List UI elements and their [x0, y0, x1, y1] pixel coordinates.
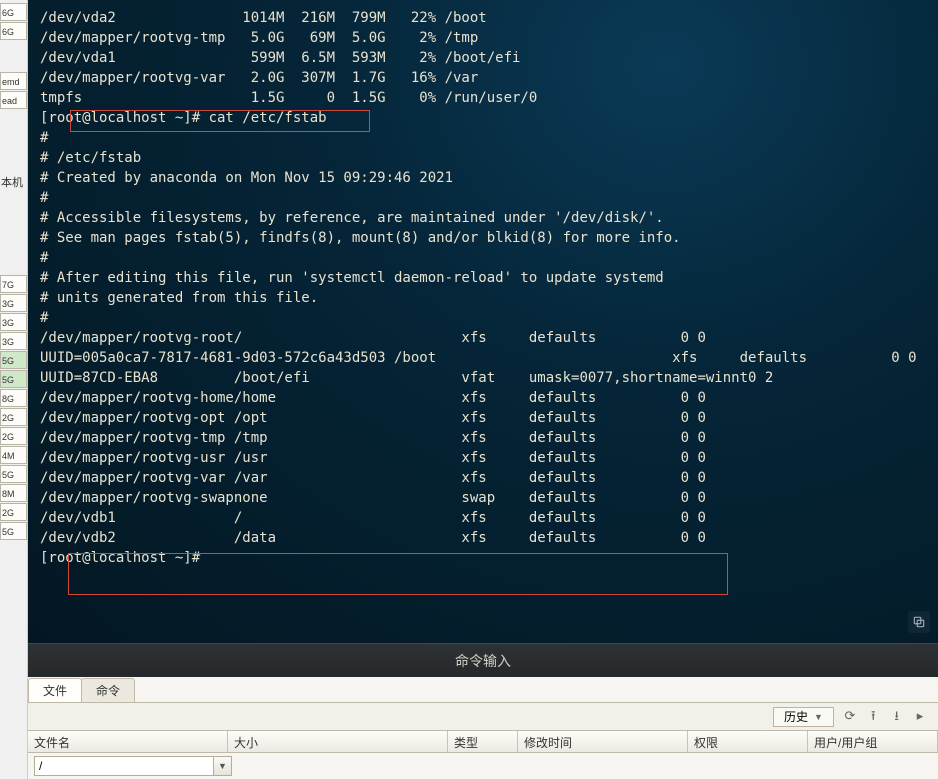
file-toolbar: 历史 ▼ ⟳ ⭱ ⭳ ▸ — [28, 703, 938, 731]
fstab-row: /dev/vdb2 /data xfs defaults 0 0 — [40, 528, 926, 548]
fstab-comment: # — [40, 308, 926, 328]
fstab-row: /dev/mapper/rootvg-tmp /tmp xfs defaults… — [40, 428, 926, 448]
path-go-button[interactable]: ▼ — [214, 756, 232, 776]
history-dropdown[interactable]: 历史 ▼ — [773, 707, 834, 727]
terminal[interactable]: /dev/vda2 1014M 216M 799M 22% /boot/dev/… — [28, 0, 938, 643]
column-header[interactable]: 文件名 — [28, 731, 228, 752]
fstab-comment: # — [40, 248, 926, 268]
side-item[interactable]: 4M — [0, 446, 27, 464]
column-header[interactable]: 修改时间 — [518, 731, 688, 752]
column-header[interactable]: 用户/用户组 — [808, 731, 938, 752]
fstab-comment: # /etc/fstab — [40, 148, 926, 168]
df-row: /dev/mapper/rootvg-tmp 5.0G 69M 5.0G 2% … — [40, 28, 926, 48]
fstab-row: /dev/vdb1 / xfs defaults 0 0 — [40, 508, 926, 528]
tab-file[interactable]: 文件 — [28, 678, 82, 702]
fstab-comment: # — [40, 188, 926, 208]
side-item[interactable]: 5G — [0, 522, 27, 540]
side-item[interactable]: 8M — [0, 484, 27, 502]
copy-icon[interactable] — [908, 611, 930, 633]
fstab-comment: # — [40, 128, 926, 148]
column-header[interactable]: 大小 — [228, 731, 448, 752]
fstab-row: UUID=005a0ca7-7817-4681-9d03-572c6a43d50… — [40, 348, 926, 368]
side-item[interactable]: 7G — [0, 275, 27, 293]
path-input[interactable] — [34, 756, 214, 776]
download-icon[interactable]: ⭳ — [888, 707, 906, 725]
fstab-row: UUID=87CD-EBA8 /boot/efi vfat umask=0077… — [40, 368, 926, 388]
fstab-row: /dev/mapper/rootvg-root/ xfs defaults 0 … — [40, 328, 926, 348]
fstab-row: /dev/mapper/rootvg-usr /usr xfs defaults… — [40, 448, 926, 468]
side-item[interactable]: 5G — [0, 351, 27, 369]
side-item[interactable]: 2G — [0, 408, 27, 426]
side-item[interactable]: 5G — [0, 370, 27, 388]
fstab-comment: # Created by anaconda on Mon Nov 15 09:2… — [40, 168, 926, 188]
path-row: ▼ — [28, 753, 938, 779]
left-sidebar: 6G6G emdead 本机 7G3G3G3G5G5G8G2G2G4M5G8M2… — [0, 0, 28, 779]
side-item[interactable]: 8G — [0, 389, 27, 407]
side-item[interactable]: 2G — [0, 503, 27, 521]
df-row: /dev/mapper/rootvg-var 2.0G 307M 1.7G 16… — [40, 68, 926, 88]
side-item[interactable]: 3G — [0, 294, 27, 312]
upload-icon[interactable]: ⭱ — [864, 707, 882, 725]
column-header[interactable]: 权限 — [688, 731, 808, 752]
side-item[interactable]: 5G — [0, 465, 27, 483]
refresh-icon[interactable]: ⟳ — [841, 708, 859, 726]
fstab-row: /dev/mapper/rootvg-home/home xfs default… — [40, 388, 926, 408]
file-list-header: 文件名大小类型修改时间权限用户/用户组 — [28, 731, 938, 753]
prompt: [root@localhost ~]# — [40, 548, 926, 568]
chevron-down-icon: ▼ — [814, 712, 823, 722]
tab-cmd[interactable]: 命令 — [81, 678, 135, 702]
side-item[interactable]: ead — [0, 91, 27, 109]
fstab-row: /dev/mapper/rootvg-swapnone swap default… — [40, 488, 926, 508]
fstab-comment: # See man pages fstab(5), findfs(8), mou… — [40, 228, 926, 248]
fstab-comment: # After editing this file, run 'systemct… — [40, 268, 926, 288]
prompt-cat: [root@localhost ~]# cat /etc/fstab — [40, 108, 926, 128]
fstab-comment: # Accessible filesystems, by reference, … — [40, 208, 926, 228]
column-header[interactable]: 类型 — [448, 731, 518, 752]
command-input-bar[interactable]: 命令输入 — [28, 643, 938, 677]
df-row: /dev/vda1 599M 6.5M 593M 2% /boot/efi — [40, 48, 926, 68]
fstab-row: /dev/mapper/rootvg-var /var xfs defaults… — [40, 468, 926, 488]
df-row: /dev/vda2 1014M 216M 799M 22% /boot — [40, 8, 926, 28]
command-input-label: 命令输入 — [455, 651, 511, 671]
side-item[interactable]: emd — [0, 72, 27, 90]
arrow-right-icon[interactable]: ▸ — [911, 708, 929, 726]
left-local-label: 本机 — [0, 170, 27, 194]
fstab-comment: # units generated from this file. — [40, 288, 926, 308]
side-item[interactable]: 3G — [0, 313, 27, 331]
side-item[interactable]: 2G — [0, 427, 27, 445]
side-item[interactable]: 3G — [0, 332, 27, 350]
history-label: 历史 — [784, 708, 808, 725]
bottom-tabs: 文件 命令 — [28, 677, 938, 703]
fstab-row: /dev/mapper/rootvg-opt /opt xfs defaults… — [40, 408, 926, 428]
side-item[interactable]: 6G — [0, 22, 27, 40]
df-row: tmpfs 1.5G 0 1.5G 0% /run/user/0 — [40, 88, 926, 108]
side-item[interactable]: 6G — [0, 3, 27, 21]
